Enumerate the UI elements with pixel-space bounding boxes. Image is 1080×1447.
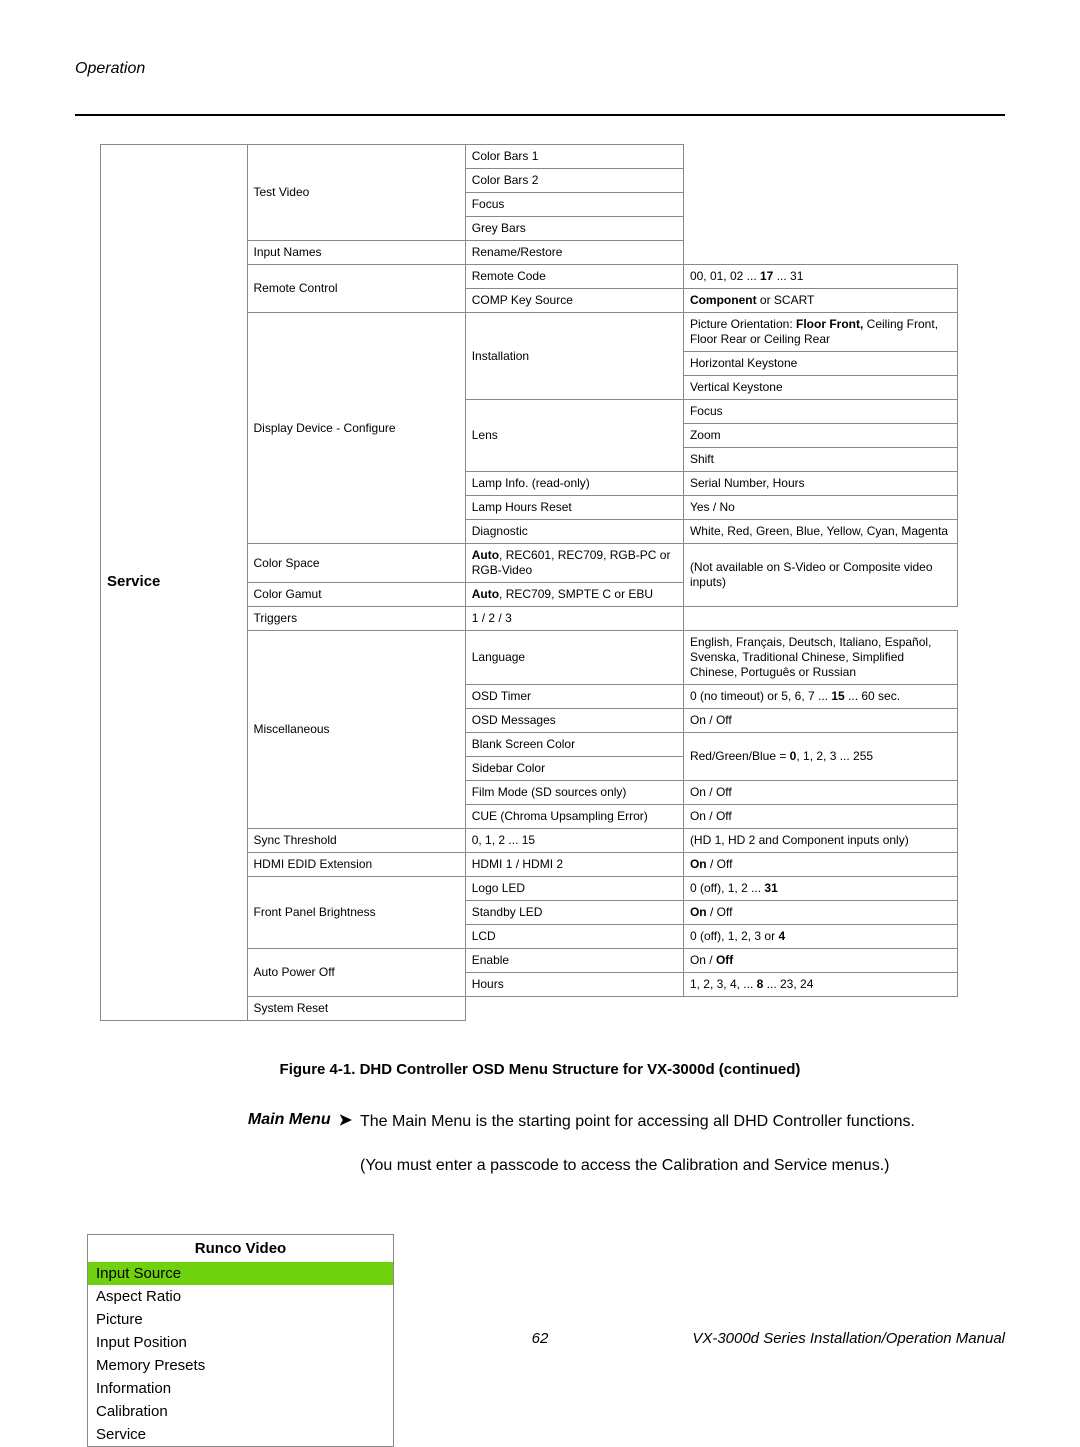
cell: On / Off [683,805,957,829]
osd-menu-table: Service Test Video Color Bars 1 Color Ba… [100,144,958,1021]
cell: COMP Key Source [465,289,683,313]
row-remote-control: Remote Control [247,265,465,313]
cell: LCD [465,925,683,949]
cell: (HD 1, HD 2 and Component inputs only) [683,829,957,853]
cell: Color Bars 1 [465,145,683,169]
cell-empty [465,997,957,1021]
main-menu-heading: Main Menu ➤ [75,1110,360,1130]
cell: 0 (off), 1, 2, 3 or 4 [683,925,957,949]
cell: Serial Number, Hours [683,472,957,496]
cell: 00, 01, 02 ... 17 ... 31 [683,265,957,289]
cell: Language [465,631,683,685]
menu-item: Input Source [88,1262,393,1285]
row-front-panel-brightness: Front Panel Brightness [247,877,465,949]
cell: Remote Code [465,265,683,289]
cell: HDMI 1 / HDMI 2 [465,853,683,877]
page-header: Operation [75,60,1005,78]
row-sync-threshold: Sync Threshold [247,829,465,853]
cell: Auto, REC709, SMPTE C or EBU [465,583,683,607]
section-label: Service [101,145,248,1021]
cell: On / Off [683,901,957,925]
page-number: 62 [532,1330,549,1347]
row-color-space: Color Space [247,544,465,583]
cell: Rename/Restore [465,241,683,265]
cell: Red/Green/Blue = 0, 1, 2, 3 ... 255 [683,733,957,781]
cell: Grey Bars [465,217,683,241]
figure-caption: Figure 4-1. DHD Controller OSD Menu Stru… [75,1061,1005,1078]
cell-empty [683,607,957,631]
cell: Focus [465,193,683,217]
row-input-names: Input Names [247,241,465,265]
row-triggers: Triggers [247,607,465,631]
cell: Picture Orientation: Floor Front, Ceilin… [683,313,957,352]
main-menu-text-2: (You must enter a passcode to access the… [360,1154,1005,1178]
row-miscellaneous: Miscellaneous [247,631,465,829]
row-color-gamut: Color Gamut [247,583,465,607]
menu-item: Service [88,1423,393,1446]
cell: Auto, REC601, REC709, RGB-PC or RGB-Vide… [465,544,683,583]
cell: Vertical Keystone [683,376,957,400]
cell: 0 (off), 1, 2 ... 31 [683,877,957,901]
cell: Diagnostic [465,520,683,544]
cell: On / Off [683,781,957,805]
footer-title: VX-3000d Series Installation/Operation M… [692,1330,1005,1347]
cell: Lamp Info. (read-only) [465,472,683,496]
cell: CUE (Chroma Upsampling Error) [465,805,683,829]
cell: On / Off [683,949,957,973]
cell: Hours [465,973,683,997]
cell: 1, 2, 3, 4, ... 8 ... 23, 24 [683,973,957,997]
cell: On / Off [683,853,957,877]
row-auto-power-off: Auto Power Off [247,949,465,997]
row-hdmi-edid: HDMI EDID Extension [247,853,465,877]
cell: Standby LED [465,901,683,925]
menu-box-title: Runco Video [88,1235,393,1262]
menu-item: Aspect Ratio [88,1285,393,1308]
menu-item: Calibration [88,1400,393,1423]
cell: (Not available on S-Video or Composite v… [683,544,957,607]
arrow-right-icon: ➤ [339,1110,352,1130]
cell: Blank Screen Color [465,733,683,757]
cell-empty [683,145,957,241]
cell: Lamp Hours Reset [465,496,683,520]
cell: 1 / 2 / 3 [465,607,683,631]
cell: 0, 1, 2 ... 15 [465,829,683,853]
cell: Enable [465,949,683,973]
cell: Shift [683,448,957,472]
cell: OSD Messages [465,709,683,733]
cell: Installation [465,313,683,400]
cell: Yes / No [683,496,957,520]
row-test-video: Test Video [247,145,465,241]
menu-item: Memory Presets [88,1354,393,1377]
cell: Component or SCART [683,289,957,313]
cell-empty [683,241,957,265]
row-display-device-configure: Display Device - Configure [247,313,465,544]
cell: Logo LED [465,877,683,901]
cell: Horizontal Keystone [683,352,957,376]
cell: On / Off [683,709,957,733]
cell: Focus [683,400,957,424]
cell: Film Mode (SD sources only) [465,781,683,805]
cell: Lens [465,400,683,472]
cell: Sidebar Color [465,757,683,781]
header-rule [75,114,1005,116]
cell: White, Red, Green, Blue, Yellow, Cyan, M… [683,520,957,544]
cell: English, Français, Deutsch, Italiano, Es… [683,631,957,685]
cell: OSD Timer [465,685,683,709]
cell: Zoom [683,424,957,448]
main-menu-label: Main Menu [248,1111,331,1129]
cell: 0 (no timeout) or 5, 6, 7 ... 15 ... 60 … [683,685,957,709]
row-system-reset: System Reset [247,997,465,1021]
main-menu-text-1: The Main Menu is the starting point for … [360,1110,1005,1134]
menu-item: Picture [88,1308,393,1331]
cell: Color Bars 2 [465,169,683,193]
